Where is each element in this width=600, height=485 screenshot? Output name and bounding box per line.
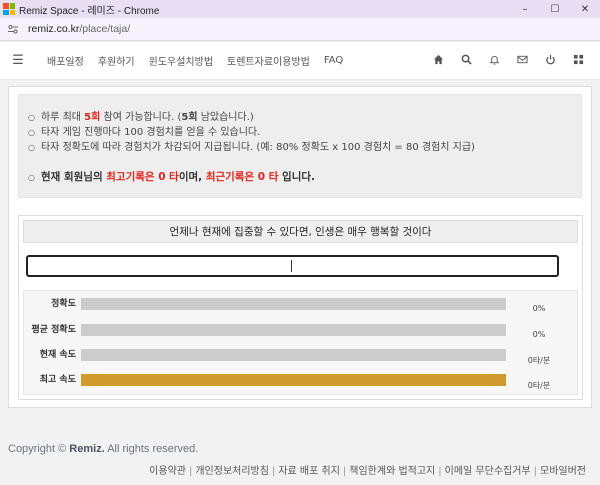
stat-bar-track [81,349,506,361]
nav-item-schedule[interactable]: 배포일정 [47,53,84,68]
hamburger-menu-icon[interactable]: ☰ [3,53,33,68]
stat-row-best-speed: 최고 속도 0타/분 [24,373,579,390]
bell-icon[interactable] [480,54,508,68]
stat-bar-fill [81,374,506,386]
nav-item-faq[interactable]: FAQ [324,55,343,66]
typing-game-panel: 하루 최대 5회 참여 가능합니다. (5회 남았습니다.) 타자 게임 진행마… [8,86,592,408]
footer-link-privacy[interactable]: 개인정보처리방침 [195,466,269,477]
home-icon[interactable] [424,54,452,68]
footer-links: 이용약관 | 개인정보처리방침 | 자료 배포 취지 | 책임한계와 법적고지 | 이메일 무단… [149,466,586,477]
stat-row-accuracy: 정확도 0% [24,297,579,313]
stats-box: 정확도 0% 평균 정확도 0% 현재 속도 0타/분 최고 속도 0타/분 [23,290,578,395]
site-info-icon[interactable] [6,22,20,36]
stat-row-current-speed: 현재 속도 0타/분 [24,348,579,365]
text-caret [291,260,292,272]
footer-link-terms[interactable]: 이용약관 [149,466,186,477]
stat-bar-track [81,374,506,386]
typing-input[interactable] [26,255,559,277]
nav-icon-group [424,42,592,80]
power-icon[interactable] [536,54,564,68]
window-title: Remiz Space - 레미즈 - Chrome [19,5,160,17]
minimize-button[interactable]: – [510,0,540,18]
stat-bar-track [81,324,506,336]
notice-box: 하루 최대 5회 참여 가능합니다. (5회 남았습니다.) 타자 게임 진행마… [18,94,582,198]
maximize-button[interactable]: ☐ [540,0,570,18]
remiz-favicon-icon [3,3,15,15]
stat-label: 최고 속도 [39,375,76,385]
search-icon[interactable] [452,54,480,68]
grid-icon[interactable] [564,54,592,68]
notice-accuracy-rule: 타자 정확도에 따라 경험치가 차감되어 지급됩니다. (예: 80% 정확도 … [28,140,581,155]
stat-label: 정확도 [51,299,76,309]
notice-daily-limit: 하루 최대 5회 참여 가능합니다. (5회 남았습니다.) [28,110,581,125]
notice-experience: 타자 게임 진행마다 100 경험치를 얻을 수 있습니다. [28,125,581,140]
footer-link-legal[interactable]: 책임한계와 법적고지 [349,466,435,477]
typing-area: 언제나 현재에 집중할 수 있다면, 인생은 매우 행복할 것이다 정확도 0%… [18,215,583,400]
stat-row-average-accuracy: 평균 정확도 0% [24,323,579,339]
stat-value: 0% [532,330,546,339]
target-sentence: 언제나 현재에 집중할 수 있다면, 인생은 매우 행복할 것이다 [23,220,578,243]
stat-value: 0% [532,304,546,313]
url-text[interactable]: remiz.co.kr/place/taja/ [28,23,130,35]
close-button[interactable]: ✕ [570,0,600,18]
site-navbar: ☰ 배포일정 후원하기 윈도우설치방법 토렌트자료이용방법 FAQ [0,42,600,80]
stat-value: 0타/분 [527,381,551,390]
footer-link-mobile[interactable]: 모바일버전 [540,466,586,477]
address-bar[interactable]: remiz.co.kr/place/taja/ [0,18,600,41]
stat-bar-track [81,298,506,310]
nav-item-windows-install[interactable]: 윈도우설치방법 [149,53,213,68]
window-controls: – ☐ ✕ [510,0,600,18]
mail-icon[interactable] [508,54,536,68]
footer-link-email-policy[interactable]: 이메일 무단수집거부 [445,466,531,477]
nav-item-torrent-guide[interactable]: 토렌트자료이용방법 [227,53,310,68]
notice-record-summary: 현재 회원님의 최고기록은 0 타이며, 최근기록은 0 타 입니다. [28,170,581,185]
stat-label: 현재 속도 [39,350,76,360]
window-titlebar: Remiz Space - 레미즈 - Chrome – ☐ ✕ [0,0,600,18]
footer-link-distribution[interactable]: 자료 배포 취지 [278,466,340,477]
nav-item-donate[interactable]: 후원하기 [98,53,135,68]
footer-copyright: Copyright © Remiz. All rights reserved. [8,443,199,455]
stat-label: 평균 정확도 [31,325,76,335]
stat-value: 0타/분 [527,356,551,365]
